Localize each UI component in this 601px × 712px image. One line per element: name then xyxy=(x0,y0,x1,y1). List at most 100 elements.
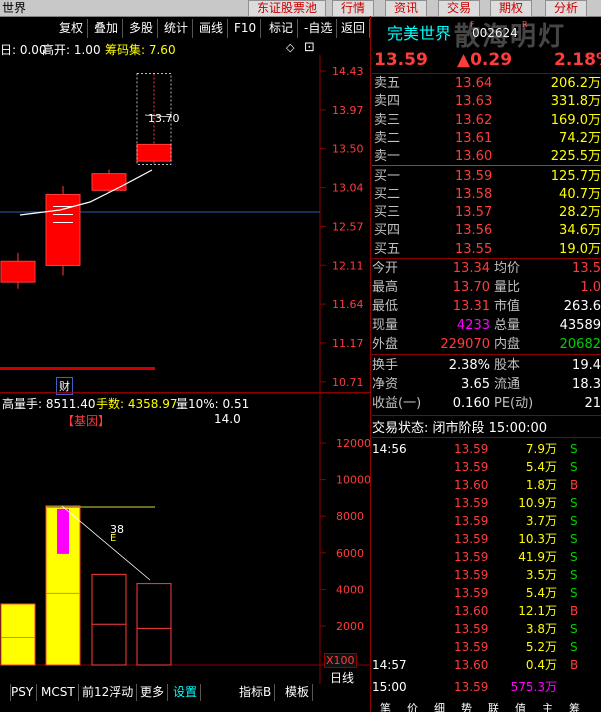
toolbar-mark-button[interactable]: 标记 xyxy=(265,19,299,38)
stat-value-2: 21 xyxy=(584,396,601,411)
orderbook-price: 13.60 xyxy=(455,149,493,165)
price-axis-label: 13.04 xyxy=(332,182,364,195)
link-options[interactable]: 期权 xyxy=(490,0,533,17)
toolbar-watchlist-button[interactable]: -自选 xyxy=(300,19,338,38)
candle-body xyxy=(136,143,172,162)
stat-value-2: 13.5 xyxy=(572,261,601,276)
orderbook-row[interactable]: 卖五 13.64 206.2万 xyxy=(372,75,601,93)
link-quotes[interactable]: 行情 xyxy=(332,0,375,17)
tab-float[interactable]: 前12浮动 xyxy=(79,684,138,701)
stock-name: 完美世界 xyxy=(387,24,452,43)
tick-volume: 3.7万 xyxy=(525,514,557,528)
orderbook-price: 13.55 xyxy=(455,241,493,257)
orderbook-row[interactable]: 卖一 13.60 225.5万 xyxy=(372,148,601,166)
orderbook-row[interactable]: 买四 13.56 34.6万 xyxy=(372,222,601,240)
stat-label: 最低 xyxy=(372,299,399,314)
orderbook-label: 卖二 xyxy=(374,130,401,146)
moving-average-line xyxy=(19,169,153,216)
orderbook-divider xyxy=(372,165,601,166)
stats-row: 最低 13.31 市值 263.6 xyxy=(372,298,601,316)
orderbook-row[interactable]: 买一 13.59 125.7万 xyxy=(372,168,601,186)
window-title: 世界 xyxy=(2,1,27,15)
right-tab-2[interactable]: 细 xyxy=(434,701,445,712)
orderbook-label: 卖四 xyxy=(374,94,401,110)
orderbook-row[interactable]: 卖三 13.62 169.0万 xyxy=(372,112,601,130)
tick-direction: S xyxy=(570,640,578,654)
tick-price: 13.59 xyxy=(454,622,489,636)
tick-price: 13.59 xyxy=(454,680,489,694)
tick-direction: S xyxy=(570,622,578,636)
toolbar-adjust-button[interactable]: 复权 xyxy=(55,19,89,38)
tab-indicator-b[interactable]: 指标B xyxy=(236,684,276,701)
orderbook-label: 买一 xyxy=(374,168,401,184)
orderbook-row[interactable]: 买五 13.55 19.0万 xyxy=(372,241,601,259)
link-news[interactable]: 资讯 xyxy=(385,0,428,17)
orderbook-row[interactable]: 买二 13.58 40.7万 xyxy=(372,186,601,204)
tick-volume: 12.1万 xyxy=(518,604,557,618)
tick-price: 13.59 xyxy=(454,586,489,600)
stat-value-2: 263.6 xyxy=(563,299,601,314)
orderbook-price: 13.57 xyxy=(455,205,493,221)
tick-row: 13.60 1.8万 B xyxy=(372,476,601,494)
stat-label-2: 均价 xyxy=(494,261,521,276)
orderbook-label: 买四 xyxy=(374,223,401,239)
tab-psy[interactable]: PSY xyxy=(8,684,38,701)
right-tab-3[interactable]: 势 xyxy=(461,701,472,712)
tick-row: 15:00 13.59 575.3万 xyxy=(372,678,601,696)
tick-price: 13.60 xyxy=(454,478,489,492)
tick-price: 13.59 xyxy=(454,532,489,546)
tick-row: 13.59 3.5万 S xyxy=(372,566,601,584)
stat-label: 今开 xyxy=(372,261,399,276)
tab-mcst[interactable]: MCST xyxy=(38,684,79,701)
volume-axis-label: 8000 xyxy=(336,510,364,523)
tick-price: 13.59 xyxy=(454,568,489,582)
orderbook-row[interactable]: 买三 13.57 28.2万 xyxy=(372,204,601,222)
right-tab-1[interactable]: 价 xyxy=(407,701,418,712)
tick-price: 13.60 xyxy=(454,604,489,618)
orderbook-row[interactable]: 卖二 13.61 74.2万 xyxy=(372,130,601,148)
tab-settings[interactable]: 设置 xyxy=(170,684,202,701)
diamond-icon[interactable]: ◇ xyxy=(286,41,294,54)
toolbar-overlay-button[interactable]: 叠加 xyxy=(90,19,124,38)
right-tab-6[interactable]: 主 xyxy=(542,701,553,712)
link-trade[interactable]: 交易 xyxy=(438,0,481,17)
link-analysis[interactable]: 分析 xyxy=(545,0,588,17)
tick-row: 13.59 10.9万 S xyxy=(372,494,601,512)
orderbook-volume: 28.2万 xyxy=(559,205,601,221)
toolbar-back-button[interactable]: 返回 xyxy=(337,19,370,38)
toolbar-draw-button[interactable]: 画线 xyxy=(195,19,229,38)
tick-volume: 0.4万 xyxy=(525,658,557,672)
candlestick xyxy=(0,252,36,289)
stat-value: 13.31 xyxy=(452,299,490,314)
tick-direction: S xyxy=(570,568,578,582)
right-tab-4[interactable]: 联 xyxy=(488,701,499,712)
stat-value-2: 18.3 xyxy=(572,377,601,392)
tab-more[interactable]: 更多 xyxy=(137,684,169,701)
right-tab-0[interactable]: 笔 xyxy=(380,701,391,712)
price-axis-label: 13.50 xyxy=(332,143,364,156)
stat-label: 最高 xyxy=(372,280,399,295)
orderbook-volume: 206.2万 xyxy=(550,76,601,91)
tick-volume: 1.8万 xyxy=(525,478,557,492)
tick-price: 13.59 xyxy=(454,550,489,564)
toolbar-stats-button[interactable]: 统计 xyxy=(160,19,194,38)
toolbar-f10-button[interactable]: F10 xyxy=(230,19,262,38)
stat-label-2: 流通 xyxy=(494,377,521,392)
orderbook-volume: 19.0万 xyxy=(559,241,601,257)
orderbook-row[interactable]: 卖四 13.63 331.8万 xyxy=(372,93,601,111)
window-restore-icon[interactable]: ⊡ xyxy=(304,40,315,55)
tick-time: 14:57 xyxy=(372,658,407,672)
tick-direction: S xyxy=(570,532,578,546)
candle-body xyxy=(91,173,127,191)
right-tabs: 笔 价 细 势 联 值 主 筹 xyxy=(372,701,601,712)
tick-volume: 7.9万 xyxy=(525,442,557,456)
right-tab-5[interactable]: 值 xyxy=(515,701,526,712)
stat-value: 3.65 xyxy=(461,377,490,392)
current-price: 13.59 xyxy=(374,50,428,70)
right-tab-7[interactable]: 筹 xyxy=(569,701,580,712)
link-stock-pool[interactable]: 东证股票池 xyxy=(248,0,327,17)
stat-label-2: 量比 xyxy=(494,280,521,295)
toolbar-multi-stock-button[interactable]: 多股 xyxy=(125,19,159,38)
stat-value: 13.70 xyxy=(452,280,490,295)
tab-template[interactable]: 模板 xyxy=(282,684,314,701)
